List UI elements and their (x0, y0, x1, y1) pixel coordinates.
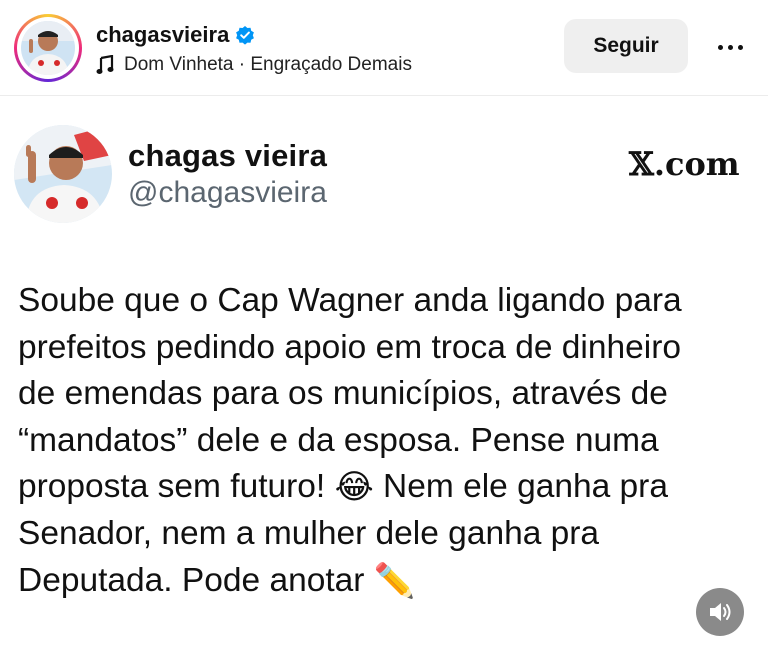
pencil-emoji-icon: ✏️ (373, 562, 416, 600)
story-ring[interactable] (14, 14, 82, 82)
music-attribution[interactable]: Dom Vinheta · Engraçado Demais (96, 54, 412, 76)
speaker-icon (710, 603, 731, 621)
dot (717, 44, 723, 50)
dot (727, 44, 733, 50)
music-note-icon (96, 55, 114, 74)
sound-toggle-button[interactable] (696, 588, 744, 636)
music-text[interactable]: Dom Vinheta · Engraçado Demais (124, 54, 412, 76)
x-com-logo: 𝕏.com (629, 145, 740, 183)
tweet-display-name: chagas vieira (128, 138, 328, 173)
tweet-text: Soube que o Cap Wagner anda ligando para… (18, 278, 758, 605)
tweet-avatar (14, 125, 112, 223)
post-header: chagasvieira Dom Vinheta · Engraçado Dem… (0, 0, 768, 96)
username-text[interactable]: chagasvieira (96, 22, 229, 48)
more-options-icon[interactable] (710, 34, 750, 60)
avatar[interactable] (21, 21, 75, 75)
follow-button[interactable]: Seguir (564, 19, 688, 73)
username[interactable]: chagasvieira (96, 22, 255, 48)
tweet-handle: @chagasvieira (128, 176, 327, 209)
tweet-avatar-image (14, 125, 112, 223)
verified-badge-icon (236, 26, 255, 45)
story-ring-inner (17, 17, 79, 79)
laughing-emoji-icon: 😂 (334, 468, 374, 506)
dot (737, 44, 743, 50)
avatar-image (21, 21, 75, 75)
